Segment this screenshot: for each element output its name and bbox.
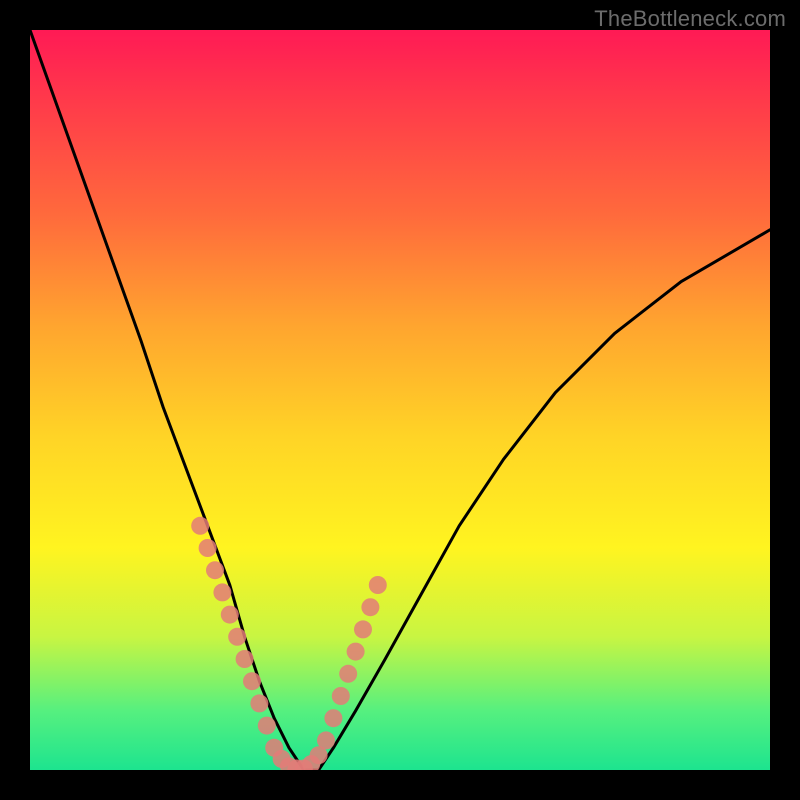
highlight-dots: [191, 517, 387, 770]
chart-frame: TheBottleneck.com: [0, 0, 800, 800]
chart-svg: [30, 30, 770, 770]
plot-area: [30, 30, 770, 770]
watermark-text: TheBottleneck.com: [594, 6, 786, 32]
bottleneck-curve: [30, 30, 770, 770]
